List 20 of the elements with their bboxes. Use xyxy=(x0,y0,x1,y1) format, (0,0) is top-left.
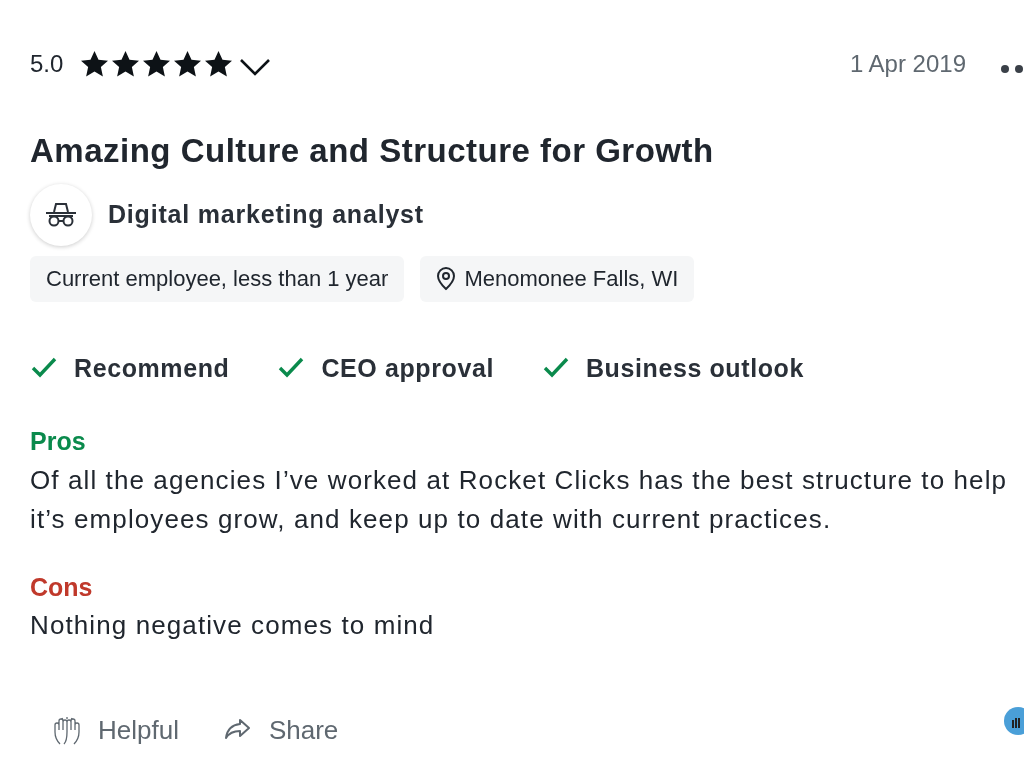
section-heading: Pros xyxy=(30,426,87,457)
incognito-icon xyxy=(44,201,78,228)
tag-label: Menomonee Falls, WI xyxy=(464,265,679,293)
hands-icon xyxy=(52,715,82,746)
section-heading: Cons xyxy=(30,571,94,603)
review-date: 1 Apr 2019 xyxy=(849,49,966,79)
location-pin-icon xyxy=(436,266,457,291)
job-title: Digital marketing analyst xyxy=(108,198,424,230)
review-title: Amazing Culture and Structure for Growth xyxy=(30,131,715,171)
approval-label: CEO approval xyxy=(321,352,494,384)
cons-text: Nothing negative comes to mind xyxy=(30,609,436,642)
tag: Current employee, less than 1 year xyxy=(30,255,405,302)
rating-value: 5.0 xyxy=(30,49,64,79)
helpful-button[interactable]: Helpful xyxy=(30,707,201,754)
pros-text: it’s employees grow, and keep up to date with current practices. xyxy=(30,502,833,536)
pros-text: Of all the agencies I’ve worked at Rocket Clicks has the best structure to help xyxy=(30,463,1009,497)
more-options-icon[interactable] xyxy=(1000,64,1024,74)
share-button[interactable]: Share xyxy=(200,707,361,754)
approval-label: Recommend xyxy=(74,352,230,384)
approval-label: Business outlook xyxy=(585,352,804,384)
